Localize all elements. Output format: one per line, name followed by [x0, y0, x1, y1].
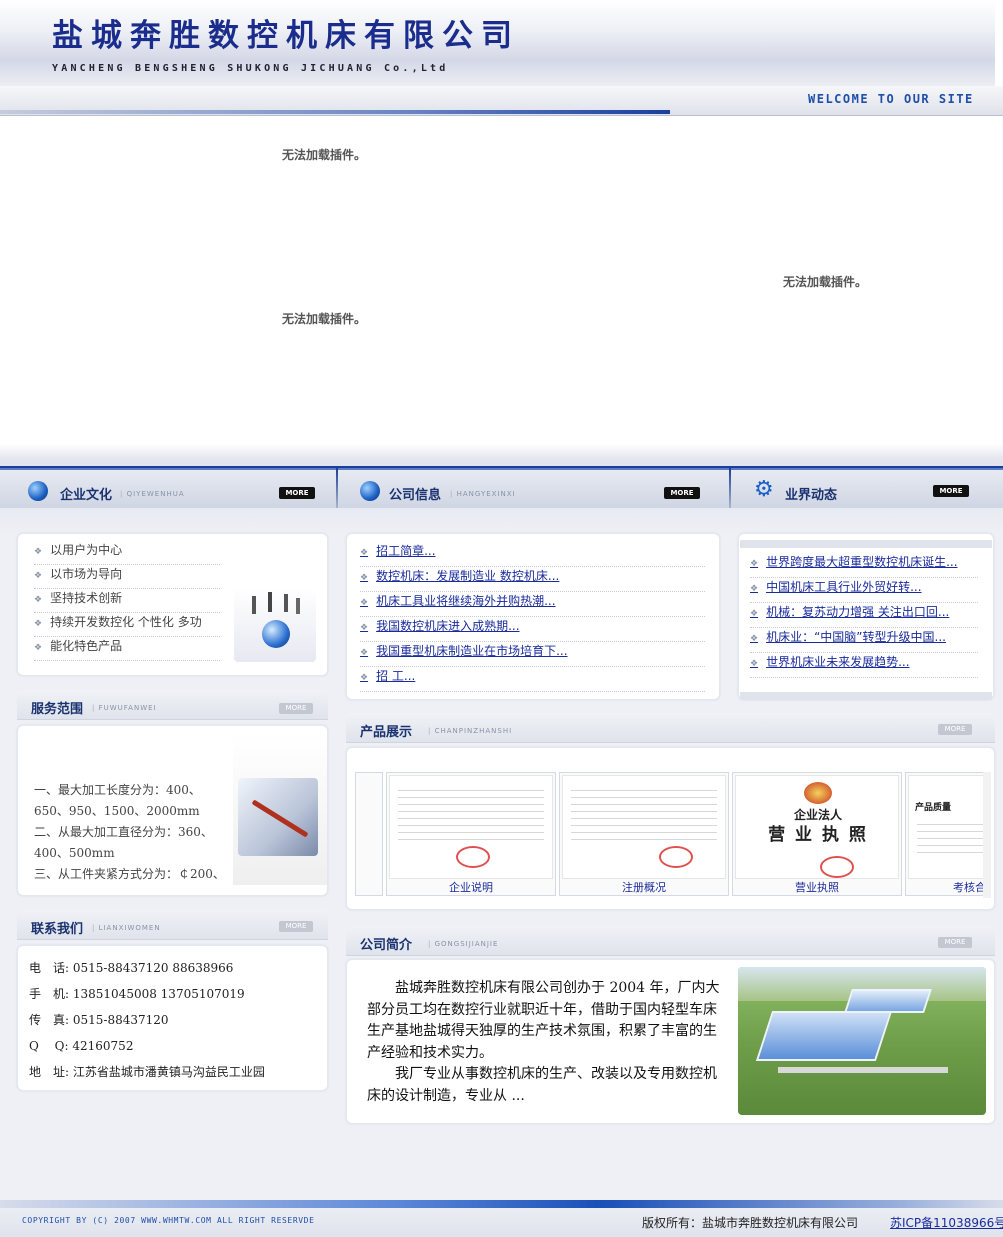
intro-text: 盐城奔胜数控机床有限公司创办于 2004 年，厂内大部分员工均在数控行业就职近十…: [367, 978, 723, 1107]
culture-more-button[interactable]: MORE: [279, 487, 315, 499]
contact-qq: Q Q: 42160752: [29, 1039, 134, 1053]
industry-news-list: ❖ 世界跨度最大超重型数控机床诞生... ❖ 中国机床工具行业外贸好转... ❖ 机械…: [750, 553, 978, 678]
footer-accent-line: [0, 1200, 1003, 1208]
list-item: ❖ 以市场为导向: [34, 565, 220, 589]
band-divider: [729, 468, 731, 508]
emblem-icon: [804, 782, 832, 804]
welcome-banner: WELCOME TO OUR SITE: [808, 92, 974, 106]
intro-title: 公司简介: [360, 938, 413, 953]
list-item: ❖ 以用户为中心: [34, 541, 220, 565]
nav-accent-line: [0, 110, 670, 114]
news-more-button[interactable]: MORE: [664, 487, 700, 499]
band-accent-line: [0, 468, 1003, 470]
news-link[interactable]: ❖ 机床工具业将继续海外并购热潮...: [360, 592, 705, 617]
certificate-title: 产品质量: [915, 803, 952, 813]
products-pinyin: CHANPINZHANSHI: [428, 727, 512, 735]
product-card[interactable]: 注册概况: [559, 772, 729, 896]
industry-more-button[interactable]: MORE: [933, 485, 969, 497]
product-label[interactable]: 考核合: [906, 879, 984, 895]
plugin-error-2: 无法加载插件。: [783, 275, 868, 289]
company-subtitle: YANCHENG BENGSHENG SHUKONG JICHUANG Co.,…: [52, 63, 449, 74]
intro-paragraph: 盐城奔胜数控机床有限公司创办于 2004 年，厂内大部分员工均在数控行业就职近十…: [367, 980, 720, 1061]
footer-rights: 版权所有：盐城市奔胜数控机床有限公司: [642, 1216, 859, 1230]
product-card[interactable]: 产品质量 考核合: [905, 772, 985, 896]
intro-pinyin: GONGSIJIANJIE: [428, 940, 498, 948]
intro-more-button[interactable]: MORE: [938, 937, 972, 948]
list-item: ❖ 持续开发数控化 个性化 多功: [34, 613, 220, 637]
globe-icon: [28, 481, 48, 501]
news-link[interactable]: ❖ 招工简章...: [360, 542, 705, 567]
list-item: ❖ 能化特色产品: [34, 637, 220, 661]
company-news-list: ❖ 招工简章... ❖ 数控机床：发展制造业 数控机床... ❖ 机床工具业将继续海外…: [360, 542, 705, 692]
contact-title: 联系我们: [31, 922, 84, 937]
news-pinyin: HANGYEXINXI: [450, 490, 516, 498]
product-label[interactable]: 营业执照: [733, 879, 901, 895]
news-link[interactable]: ❖ 我国重型机床制造业在市场培育下...: [360, 642, 705, 667]
business-people-image: [234, 588, 316, 662]
service-title: 服务范围: [31, 702, 84, 717]
product-label[interactable]: 注册概况: [560, 879, 728, 895]
intro-paragraph: 我厂专业从事数控机床的生产、改装以及专用数控机床的设计制造，专业从 ...: [367, 1066, 717, 1104]
plugin-error-3: 无法加载插件。: [282, 312, 367, 326]
list-item: ❖ 坚持技术创新: [34, 589, 220, 613]
license-title: 营 业 执 照: [768, 825, 868, 845]
products-more-button[interactable]: MORE: [938, 724, 972, 735]
product-card[interactable]: 企业说明: [386, 772, 556, 896]
contact-fax: 传 真: 0515-88437120: [29, 1013, 169, 1027]
industry-link[interactable]: ❖ 世界跨度最大超重型数控机床诞生...: [750, 553, 978, 578]
news-title: 公司信息: [389, 488, 442, 503]
plugin-error-1: 无法加载插件。: [282, 148, 367, 162]
contact-address: 地 址: 江苏省盐城市潘黄镇马沟益民工业园: [29, 1065, 265, 1079]
industry-link[interactable]: ❖ 世界机床业未来发展趋势...: [750, 653, 978, 678]
pen-document-image: [238, 778, 318, 856]
gear-icon: ⚙: [754, 477, 774, 502]
band-divider: [336, 468, 338, 508]
service-more-button[interactable]: MORE: [279, 703, 313, 714]
service-description: 一、最大加工长度分为：400、650、950、1500、2000mm 二、从最大…: [34, 783, 225, 881]
contact-mobile: 手 机: 13851045008 13705107019: [29, 987, 245, 1001]
carousel-edge: [983, 772, 991, 898]
industry-link[interactable]: ❖ 机床业：“中国脑”转型升级中国...: [750, 628, 978, 653]
product-label[interactable]: 企业说明: [387, 879, 555, 895]
contact-more-button[interactable]: MORE: [279, 921, 313, 932]
product-card-partial: [355, 772, 383, 896]
footer-copyright: COPYRIGHT BY (C) 2007 WWW.WHMTW.COM ALL …: [22, 1216, 315, 1225]
news-link[interactable]: ❖ 招 工...: [360, 667, 705, 692]
section-header-band: [0, 466, 1003, 508]
culture-pinyin: QIYEWENHUA: [120, 490, 185, 498]
industry-link[interactable]: ❖ 中国机床工具行业外贸好转...: [750, 578, 978, 603]
news-link[interactable]: ❖ 数控机床：发展制造业 数控机床...: [360, 567, 705, 592]
culture-title: 企业文化: [60, 488, 113, 503]
company-title: 盐城奔胜数控机床有限公司: [52, 18, 520, 54]
service-pinyin: FUWUFANWEI: [92, 704, 157, 712]
contact-phone: 电 话: 0515-88437120 88638966: [29, 961, 234, 975]
industry-title: 业界动态: [785, 488, 838, 503]
industry-panel-stripe: [740, 540, 992, 548]
industry-panel-stripe: [740, 692, 992, 700]
products-title: 产品展示: [360, 725, 413, 740]
news-link[interactable]: ❖ 我国数控机床进入成熟期...: [360, 617, 705, 642]
contact-pinyin: LIANXIWOMEN: [92, 924, 161, 932]
factory-aerial-image: [738, 967, 986, 1115]
product-card[interactable]: 企业法人 营 业 执 照 营业执照: [732, 772, 902, 896]
icp-link[interactable]: 苏ICP备11038966号-1: [890, 1214, 1003, 1231]
globe-icon: [360, 481, 380, 501]
industry-link[interactable]: ❖ 机械：复苏动力增强 关注出口回...: [750, 603, 978, 628]
culture-list: ❖ 以用户为中心 ❖ 以市场为导向 ❖ 坚持技术创新 ❖ 持续开发数控化 个性化 多功 …: [34, 541, 220, 661]
